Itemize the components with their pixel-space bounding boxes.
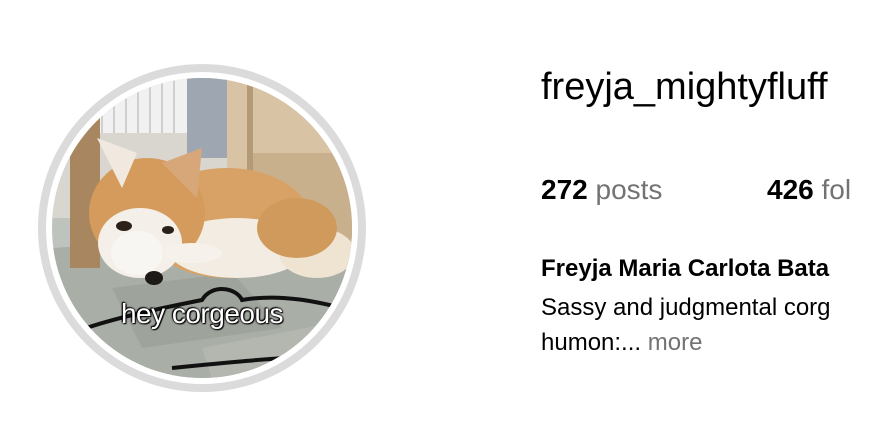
bio: Sassy and judgmental corg humon:... more <box>541 290 831 360</box>
bio-more-link[interactable]: more <box>648 329 703 356</box>
corgi-photo <box>52 78 352 378</box>
posts-stat: 272 posts <box>541 174 662 206</box>
username: freyja_mightyfluff <box>541 66 828 108</box>
full-name: Freyja Maria Carlota Bata <box>541 255 830 282</box>
profile-avatar[interactable]: hey corgeous <box>38 64 366 392</box>
bio-line-1: Sassy and judgmental corg <box>541 294 831 321</box>
followers-label: fol <box>821 174 852 205</box>
bio-line-2: humon:... more <box>541 325 831 360</box>
posts-count: 272 <box>541 174 588 205</box>
avatar-border: hey corgeous <box>46 72 358 384</box>
followers-count: 426 <box>767 174 814 205</box>
followers-stat[interactable]: 426 fol <box>767 174 851 206</box>
avatar-caption: hey corgeous <box>120 298 284 329</box>
avatar-photo: hey corgeous <box>52 78 352 378</box>
posts-label: posts <box>595 174 663 205</box>
bio-text-truncated: humon:... <box>541 329 642 356</box>
